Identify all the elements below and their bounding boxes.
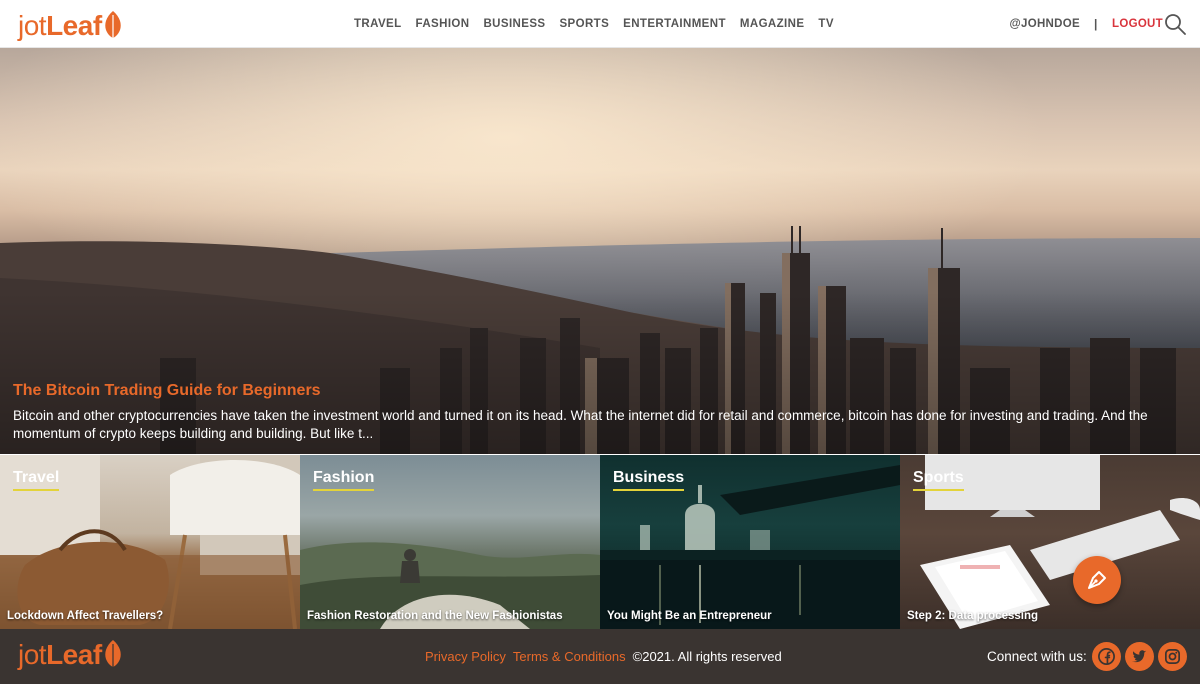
- instagram-button[interactable]: [1158, 642, 1187, 671]
- logo-text: jotLeaf: [18, 10, 102, 41]
- hero-excerpt: Bitcoin and other cryptocurrencies have …: [13, 408, 1148, 441]
- nav-item-entertainment[interactable]: ENTERTAINMENT: [623, 18, 726, 30]
- twitter-button[interactable]: [1125, 642, 1154, 671]
- footer-logo[interactable]: jotLeaf: [18, 639, 122, 671]
- tile-caption[interactable]: Fashion Restoration and the New Fashioni…: [307, 610, 563, 622]
- hero-title[interactable]: The Bitcoin Trading Guide for Beginners: [13, 382, 321, 400]
- copyright-text: ©2021. All rights reserved: [632, 649, 782, 664]
- nav-item-sports[interactable]: SPORTS: [559, 18, 609, 30]
- tile-category-label[interactable]: Sports: [913, 469, 964, 491]
- nav-item-tv[interactable]: TV: [818, 18, 834, 30]
- site-header: jotLeaf TRAVEL FASHION BUSINESS SPORTS E…: [0, 0, 1200, 48]
- nav-item-travel[interactable]: TRAVEL: [354, 18, 402, 30]
- footer-links: Privacy Policy Terms & Conditions ©2021.…: [425, 629, 782, 684]
- search-icon[interactable]: [1164, 13, 1186, 35]
- hero-featured-article[interactable]: The Bitcoin Trading Guide for Beginners …: [0, 48, 1200, 454]
- instagram-icon: [1164, 648, 1181, 665]
- nav-item-fashion[interactable]: FASHION: [416, 18, 470, 30]
- tile-caption[interactable]: You Might Be an Entrepreneur: [607, 610, 772, 622]
- facebook-icon: [1098, 648, 1115, 665]
- tile-sports[interactable]: Sports Step 2: Data processing: [900, 455, 1200, 629]
- tile-business[interactable]: Business You Might Be an Entrepreneur: [600, 455, 900, 629]
- tile-fashion[interactable]: Fashion Fashion Restoration and the New …: [300, 455, 600, 629]
- privacy-policy-link[interactable]: Privacy Policy: [425, 649, 506, 664]
- write-post-button[interactable]: [1073, 556, 1121, 604]
- pen-nib-icon: [1088, 571, 1106, 589]
- facebook-button[interactable]: [1092, 642, 1121, 671]
- nav-item-magazine[interactable]: MAGAZINE: [740, 18, 805, 30]
- tile-travel[interactable]: Travel Lockdown Affect Travellers?: [0, 455, 300, 629]
- user-handle[interactable]: @JOHNDOE: [1010, 0, 1081, 48]
- leaf-icon: [104, 640, 121, 668]
- nav-item-business[interactable]: BUSINESS: [483, 18, 545, 30]
- header-separator: |: [1094, 17, 1098, 31]
- footer-logo-text: jotLeaf: [18, 639, 102, 670]
- terms-link[interactable]: Terms & Conditions: [513, 649, 626, 664]
- tile-caption[interactable]: Lockdown Affect Travellers?: [7, 610, 163, 622]
- tile-caption[interactable]: Step 2: Data processing: [907, 610, 1038, 622]
- tile-category-label[interactable]: Business: [613, 469, 685, 491]
- logout-link[interactable]: LOGOUT: [1112, 0, 1163, 48]
- category-tiles: Travel Lockdown Affect Travellers? Fashi…: [0, 455, 1200, 629]
- tile-category-label[interactable]: Fashion: [313, 469, 375, 491]
- main-nav: TRAVEL FASHION BUSINESS SPORTS ENTERTAIN…: [354, 0, 834, 48]
- leaf-icon: [104, 11, 121, 39]
- twitter-icon: [1131, 650, 1147, 663]
- connect-label: Connect with us:: [987, 649, 1087, 664]
- site-footer: jotLeaf Privacy Policy Terms & Condition…: [0, 629, 1200, 684]
- site-logo[interactable]: jotLeaf: [18, 6, 122, 42]
- tile-category-label[interactable]: Travel: [13, 469, 60, 491]
